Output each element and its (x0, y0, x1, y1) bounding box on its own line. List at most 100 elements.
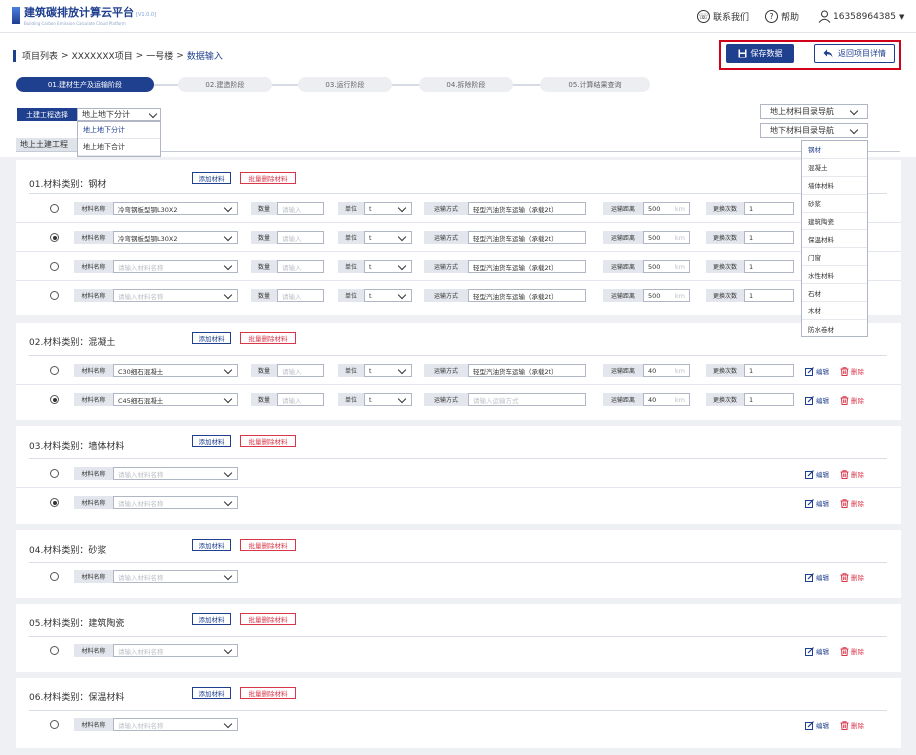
batch-delete-button[interactable]: 批量删除材料 (240, 435, 296, 447)
dropdown-option[interactable]: 地上地下分计 (78, 122, 160, 139)
material-name-select[interactable]: 请输入材料名称 (113, 289, 238, 302)
add-material-button[interactable]: 添加材料 (192, 332, 231, 344)
batch-delete-button[interactable]: 批量删除材料 (240, 613, 296, 625)
replace-count-input[interactable]: 1 (744, 260, 794, 273)
delete-button[interactable]: 删除 (840, 572, 864, 582)
unit-select[interactable]: t (364, 231, 412, 244)
above-ground-nav[interactable]: 地上材料目录导航 (760, 104, 868, 119)
batch-delete-button[interactable]: 批量删除材料 (240, 332, 296, 344)
project-select[interactable]: 地上地下分计 (77, 108, 161, 121)
edit-button[interactable]: 编辑 (805, 720, 829, 730)
row-radio[interactable] (50, 395, 59, 404)
replace-count-input[interactable]: 1 (744, 364, 794, 377)
batch-delete-button[interactable]: 批量删除材料 (240, 172, 296, 184)
nav-item[interactable]: 砂浆 (802, 195, 867, 213)
row-radio[interactable] (50, 498, 59, 507)
breadcrumb-project-list[interactable]: 项目列表 (22, 49, 58, 62)
nav-item[interactable]: 混凝土 (802, 159, 867, 177)
dropdown-option[interactable]: 地上地下合计 (78, 139, 160, 156)
replace-count-input[interactable]: 1 (744, 231, 794, 244)
distance-input[interactable]: 500 km (643, 231, 690, 244)
delete-button[interactable]: 删除 (840, 395, 864, 405)
material-name-select[interactable]: C30细石混凝土 (113, 364, 238, 377)
row-radio[interactable] (50, 233, 59, 242)
distance-input[interactable]: 500 km (643, 289, 690, 302)
stage-tab-1[interactable]: 01.建材生产及运输阶段 (16, 77, 154, 92)
replace-count-input[interactable]: 1 (744, 289, 794, 302)
distance-input[interactable]: 500 km (643, 260, 690, 273)
user-menu[interactable]: 16358964385 ▼ (818, 10, 904, 23)
batch-delete-button[interactable]: 批量删除材料 (240, 687, 296, 699)
edit-button[interactable]: 编辑 (805, 469, 829, 479)
back-to-project-button[interactable]: 返回项目详情 (814, 44, 895, 63)
material-name-select[interactable]: 请输入材料名称 (113, 644, 238, 657)
transport-input[interactable]: 请输入运输方式 (468, 393, 586, 406)
nav-item[interactable]: 木材 (802, 302, 867, 320)
breadcrumb-building[interactable]: 一号楼 (146, 49, 173, 62)
transport-input[interactable]: 轻型汽油货车运输（承载2t） (468, 202, 586, 215)
stage-tab-4[interactable]: 04.拆除阶段 (419, 77, 513, 92)
material-name-select[interactable]: 请输入材料名称 (113, 496, 238, 509)
transport-input[interactable]: 轻型汽油货车运输（承载2t） (468, 364, 586, 377)
row-radio[interactable] (50, 469, 59, 478)
nav-item[interactable]: 建筑陶瓷 (802, 213, 867, 231)
delete-button[interactable]: 删除 (840, 646, 864, 656)
stage-tab-5[interactable]: 05.计算结果查询 (540, 77, 650, 92)
distance-input[interactable]: 40 km (643, 364, 690, 377)
save-button[interactable]: 保存数据 (726, 44, 794, 63)
nav-item[interactable]: 保温材料 (802, 230, 867, 249)
add-material-button[interactable]: 添加材料 (192, 435, 231, 447)
add-material-button[interactable]: 添加材料 (192, 613, 231, 625)
row-radio[interactable] (50, 366, 59, 375)
nav-item[interactable]: 门窗 (802, 248, 867, 267)
transport-input[interactable]: 轻型汽油货车运输（承载2t） (468, 289, 586, 302)
material-name-select[interactable]: 请输入材料名称 (113, 570, 238, 583)
row-radio[interactable] (50, 720, 59, 729)
unit-select[interactable]: t (364, 393, 412, 406)
row-radio[interactable] (50, 291, 59, 300)
material-name-select[interactable]: C45细石混凝土 (113, 393, 238, 406)
replace-count-input[interactable]: 1 (744, 202, 794, 215)
breadcrumb-project[interactable]: XXXXXXX项目 (72, 49, 133, 62)
delete-button[interactable]: 删除 (840, 498, 864, 508)
help-link[interactable]: ? 帮助 (765, 10, 799, 23)
delete-button[interactable]: 删除 (840, 720, 864, 730)
nav-item[interactable]: 石材 (802, 284, 867, 303)
batch-delete-button[interactable]: 批量删除材料 (240, 539, 296, 551)
transport-input[interactable]: 轻型汽油货车运输（承载2t） (468, 260, 586, 273)
transport-input[interactable]: 轻型汽油货车运输（承载2t） (468, 231, 586, 244)
add-material-button[interactable]: 添加材料 (192, 687, 231, 699)
replace-count-input[interactable]: 1 (744, 393, 794, 406)
edit-button[interactable]: 编辑 (805, 572, 829, 582)
material-name-select[interactable]: 冷弯钢板型钢L30X2 (113, 231, 238, 244)
distance-input[interactable]: 40 km (643, 393, 690, 406)
edit-button[interactable]: 编辑 (805, 366, 829, 376)
unit-select[interactable]: t (364, 260, 412, 273)
nav-item[interactable]: 钢材 (802, 141, 867, 159)
app-logo[interactable]: 建筑碳排放计算云平台 [V1.0.0] Building Carbon Emiss… (12, 7, 156, 27)
nav-item[interactable]: 防水卷材 (802, 320, 867, 338)
quantity-input[interactable]: 请输入 (277, 231, 324, 244)
row-radio[interactable] (50, 646, 59, 655)
quantity-input[interactable]: 请输入 (277, 260, 324, 273)
unit-select[interactable]: t (364, 202, 412, 215)
quantity-input[interactable]: 请输入 (277, 289, 324, 302)
unit-select[interactable]: t (364, 364, 412, 377)
add-material-button[interactable]: 添加材料 (192, 172, 231, 184)
add-material-button[interactable]: 添加材料 (192, 539, 231, 551)
edit-button[interactable]: 编辑 (805, 498, 829, 508)
row-radio[interactable] (50, 572, 59, 581)
row-radio[interactable] (50, 204, 59, 213)
quantity-input[interactable]: 请输入 (277, 393, 324, 406)
edit-button[interactable]: 编辑 (805, 395, 829, 405)
nav-item[interactable]: 墙体材料 (802, 177, 867, 195)
stage-tab-2[interactable]: 02.建造阶段 (178, 77, 272, 92)
quantity-input[interactable]: 请输入 (277, 202, 324, 215)
material-name-select[interactable]: 请输入材料名称 (113, 467, 238, 480)
contact-link[interactable]: ☏ 联系我们 (697, 10, 749, 23)
material-name-select[interactable]: 请输入材料名称 (113, 718, 238, 731)
unit-select[interactable]: t (364, 289, 412, 302)
material-name-select[interactable]: 请输入材料名称 (113, 260, 238, 273)
delete-button[interactable]: 删除 (840, 366, 864, 376)
material-name-select[interactable]: 冷弯钢板型钢L30X2 (113, 202, 238, 215)
